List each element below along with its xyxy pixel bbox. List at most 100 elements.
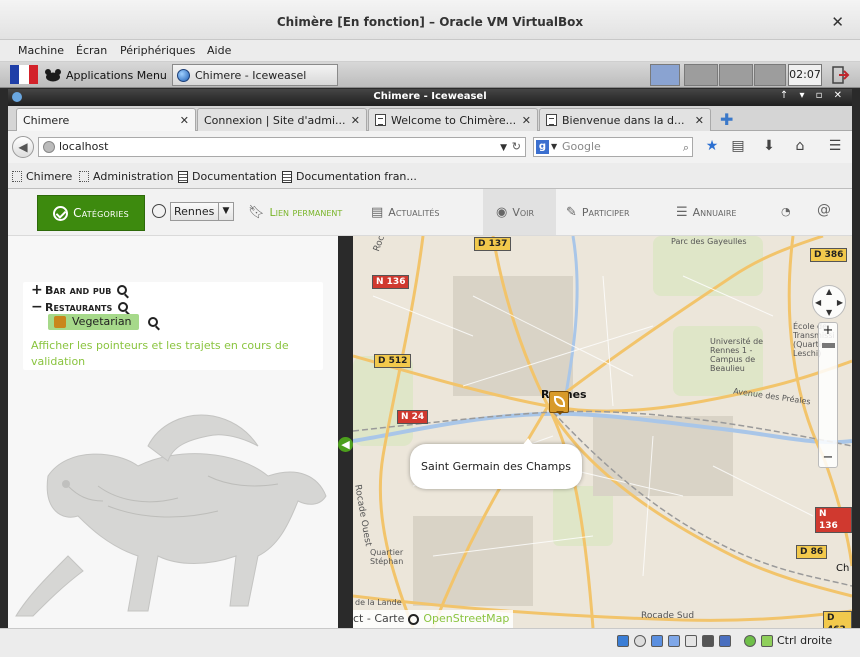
copyright-icon	[408, 613, 420, 625]
mouse-integration-icon[interactable]	[761, 635, 773, 647]
road-label: N 24	[397, 410, 429, 424]
zoom-icon[interactable]	[118, 302, 129, 312]
url-text: localhost	[59, 140, 109, 153]
collapse-panel-icon[interactable]: ◀	[338, 437, 353, 452]
directory-link[interactable]: ☰ Annuaire	[676, 205, 736, 220]
tab-connexion[interactable]: Connexion | Site d'admi... ✕	[197, 108, 367, 131]
permalink-link[interactable]: 🔖︎ Lien permanent	[248, 205, 342, 220]
bookmark-chimere[interactable]: Chimere	[12, 170, 72, 183]
close-tab-icon[interactable]: ✕	[522, 114, 531, 127]
tab-welcome[interactable]: Welcome to Chimère... ✕	[368, 108, 538, 131]
applications-menu-button[interactable]: Applications Menu	[44, 65, 167, 85]
menu-aide[interactable]: Aide	[207, 44, 231, 57]
optical-drive-icon[interactable]	[634, 635, 646, 647]
check-circle-icon	[53, 205, 69, 221]
bookmarks-menu-icon[interactable]: ▤	[729, 138, 747, 154]
audio-icon[interactable]	[651, 635, 663, 647]
pan-left-icon[interactable]: ◀	[815, 298, 821, 307]
shared-folders-icon[interactable]	[702, 635, 714, 647]
pan-right-icon[interactable]: ▶	[837, 298, 843, 307]
category-label: Bar and pub	[45, 283, 112, 297]
engine-dropdown-icon[interactable]: ▼	[551, 138, 557, 156]
workspace-2[interactable]	[719, 64, 753, 86]
zoom-slider-handle[interactable]	[822, 343, 835, 348]
network-icon[interactable]	[650, 64, 680, 86]
clock[interactable]: 02:07	[788, 64, 822, 86]
menu-icon[interactable]: ☰	[826, 138, 844, 154]
url-dropdown-icon[interactable]: ▼	[500, 139, 507, 157]
vegetarian-marker[interactable]	[549, 391, 569, 415]
view-link[interactable]: ◉ Voir	[496, 205, 534, 220]
zoom-icon[interactable]	[117, 285, 128, 295]
menu-machine[interactable]: Machine	[18, 44, 64, 57]
close-tab-icon[interactable]: ✕	[180, 114, 189, 127]
french-flag-icon[interactable]	[10, 65, 38, 84]
road-label: D 386	[810, 248, 848, 262]
search-input[interactable]: g ▼ Google ⌕	[533, 137, 693, 157]
at-icon[interactable]: @	[817, 202, 831, 218]
bookmark-star-icon[interactable]: ★	[703, 138, 721, 154]
bookmark-documentation[interactable]: Documentation	[178, 170, 277, 183]
openstreetmap-link[interactable]: OpenStreetMap	[423, 610, 509, 628]
zoom-in-icon[interactable]: +	[819, 323, 837, 338]
menu-ecran[interactable]: Écran	[76, 44, 107, 57]
show-pending-link[interactable]: Afficher les pointeurs et les trajets en…	[31, 338, 301, 370]
home-icon[interactable]: ⌂	[791, 138, 809, 154]
window-controls[interactable]: ↑ ▾ ▫ ✕	[780, 90, 846, 101]
news-link[interactable]: ▤ Actualités	[371, 205, 439, 220]
categories-button[interactable]: Catégories	[37, 195, 145, 231]
bookmark-documentation-fr[interactable]: Documentation fran...	[282, 170, 417, 183]
close-tab-icon[interactable]: ✕	[351, 114, 360, 127]
host-window-title: Chimère [En fonction] – Oracle VM Virtua…	[276, 15, 584, 29]
category-list: + Bar and pub − Restaurants Vegetarian A…	[23, 282, 323, 370]
expand-icon[interactable]: +	[31, 282, 43, 298]
zoom-icon[interactable]	[148, 317, 158, 327]
category-label: Restaurants	[45, 300, 113, 314]
back-icon[interactable]: ◀	[12, 136, 34, 158]
search-icon[interactable]: ⌕	[683, 139, 689, 157]
collapse-icon[interactable]: −	[31, 299, 43, 315]
close-icon[interactable]: ✕	[831, 13, 844, 31]
taskbar-button-label: Chimere - Iceweasel	[195, 68, 307, 82]
map-pan-control[interactable]: ▲ ▼ ◀ ▶	[812, 285, 846, 319]
tab-strip: Chimere ✕ Connexion | Site d'admi... ✕ W…	[8, 106, 852, 132]
url-bar[interactable]: localhost ▼ ↻	[38, 137, 526, 157]
network-adapter-icon[interactable]	[668, 635, 680, 647]
compass-icon	[152, 204, 166, 218]
participate-link[interactable]: ✎ Participer	[566, 205, 630, 220]
map-label: Quartier Stéphan	[370, 548, 404, 566]
map[interactable]: D 137 N 136 D 512 N 24 D 386 N 136 D 86 …	[353, 236, 852, 628]
workspace-1[interactable]	[684, 64, 718, 86]
logout-icon[interactable]	[830, 65, 850, 85]
pan-down-icon[interactable]: ▼	[826, 308, 832, 317]
new-tab-icon[interactable]: ✚	[720, 110, 733, 129]
category-bar-and-pub[interactable]: + Bar and pub	[31, 282, 128, 298]
menu-peripheriques[interactable]: Périphériques	[120, 44, 195, 57]
pan-up-icon[interactable]: ▲	[826, 287, 832, 296]
display-icon[interactable]	[719, 635, 731, 647]
workspace-3[interactable]	[754, 64, 786, 86]
city-select[interactable]: Rennes ▼	[170, 202, 234, 221]
directory-label: Annuaire	[692, 206, 737, 219]
virtualization-icon[interactable]	[744, 635, 756, 647]
map-popup[interactable]: Saint Germain des Champs	[410, 438, 582, 489]
subcategory-vegetarian[interactable]: Vegetarian	[48, 314, 139, 330]
xfce-mouse-icon	[45, 69, 61, 82]
download-icon[interactable]: ⬇	[760, 138, 778, 154]
usb-icon[interactable]	[685, 635, 697, 647]
tab-chimere[interactable]: Chimere ✕	[16, 108, 196, 132]
hard-disk-icon[interactable]	[617, 635, 629, 647]
reload-icon[interactable]: ↻	[512, 138, 521, 156]
google-icon[interactable]: g	[536, 140, 549, 154]
zoom-out-icon[interactable]: −	[819, 450, 837, 465]
road-label: N 136	[372, 275, 410, 289]
rss-icon[interactable]: ◔	[781, 205, 791, 218]
browser-window-title: Chimere - Iceweasel	[373, 91, 487, 102]
taskbar-button-iceweasel[interactable]: Chimere - Iceweasel	[172, 64, 338, 86]
eye-icon: ◉	[496, 205, 508, 220]
close-tab-icon[interactable]: ✕	[695, 114, 704, 127]
tab-bienvenue[interactable]: Bienvenue dans la d... ✕	[539, 108, 711, 131]
view-label: Voir	[512, 206, 535, 219]
bookmark-administration[interactable]: Administration	[79, 170, 174, 183]
category-restaurants[interactable]: − Restaurants	[31, 299, 129, 315]
